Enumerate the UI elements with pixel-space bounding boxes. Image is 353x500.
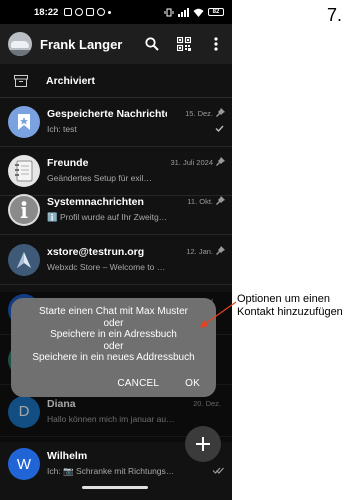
step-number: 7. bbox=[327, 5, 343, 25]
page: 7. 18:22 82 Frank Langer Archiviert Gesp… bbox=[0, 0, 353, 500]
vibrate-icon bbox=[164, 8, 174, 16]
phone-screen: 18:22 82 Frank Langer Archiviert Gespeic… bbox=[0, 0, 232, 500]
chat-preview: ℹ️ Profil wurde auf Ihr Zweitg… bbox=[47, 212, 168, 222]
dialog-separator: oder bbox=[103, 317, 124, 329]
chat-preview: Ich: 📷 Schranke mit Richtungs… bbox=[47, 466, 175, 476]
signal-icon bbox=[178, 7, 189, 17]
more-vert-icon[interactable] bbox=[208, 36, 224, 52]
paper-plane-icon bbox=[8, 243, 40, 276]
status-bar: 18:22 82 bbox=[0, 0, 232, 24]
cancel-button[interactable]: CANCEL bbox=[117, 378, 159, 389]
dialog-option-save-new-addressbook: Speichere in ein neues Addressbuch bbox=[32, 352, 195, 363]
notebook-icon bbox=[8, 155, 40, 187]
profile-avatar[interactable] bbox=[8, 32, 32, 56]
delivered-check-icon bbox=[212, 467, 224, 474]
chat-avatar: W bbox=[8, 448, 40, 480]
pin-icon bbox=[216, 196, 225, 205]
system-icons: 82 bbox=[164, 7, 224, 17]
plus-icon bbox=[196, 437, 210, 451]
pin-icon bbox=[216, 108, 225, 117]
chat-name: Wilhelm bbox=[47, 450, 88, 462]
app-notification-icon bbox=[86, 8, 95, 16]
annotation-text: Optionen um einen Kontakt hinzuzufügen bbox=[237, 293, 343, 318]
notification-icons bbox=[64, 8, 112, 16]
gesture-nav-bar[interactable] bbox=[82, 486, 148, 489]
chat-date: 15. Dez. bbox=[185, 109, 213, 118]
chat-name: Gespeicherte Nachrichten bbox=[47, 108, 167, 120]
app-actions bbox=[144, 36, 224, 52]
ok-button[interactable]: OK bbox=[185, 378, 200, 389]
chat-date: 31. Juli 2024 bbox=[170, 158, 213, 167]
chat-row-saved-messages[interactable]: Gespeicherte Nachrichten 15. Dez. Ich: t… bbox=[0, 98, 232, 147]
wifi-icon bbox=[193, 8, 204, 17]
more-notifications-icon bbox=[108, 10, 112, 14]
read-check-icon bbox=[215, 125, 224, 132]
new-chat-fab[interactable] bbox=[185, 426, 221, 462]
chat-row-xstore[interactable]: xstore@testrun.org 12. Jan. Webxdc Store… bbox=[0, 235, 232, 285]
chat-preview: Webxdc Store – Welcome to … bbox=[47, 261, 166, 272]
archived-chats-row[interactable]: Archiviert bbox=[0, 64, 232, 98]
dialog-option-save-addressbook: Speichere in ein Adressbuch bbox=[50, 329, 177, 340]
app-bar: Frank Langer bbox=[0, 24, 232, 64]
pin-icon bbox=[216, 245, 225, 255]
dialog-separator: oder bbox=[103, 340, 124, 352]
sync-icon bbox=[75, 8, 84, 16]
dialog-option-start-chat: Starte einen Chat mit Max Muster bbox=[39, 306, 188, 317]
search-icon[interactable] bbox=[144, 36, 160, 52]
chat-preview: Geändertes Setup für exil… bbox=[47, 173, 152, 183]
status-time: 18:22 bbox=[34, 6, 59, 18]
bookmark-icon bbox=[8, 106, 40, 138]
chat-name: Systemnachrichten bbox=[47, 196, 144, 208]
chat-date: 12. Jan. bbox=[186, 246, 213, 256]
info-icon bbox=[8, 194, 40, 226]
archive-label: Archiviert bbox=[46, 74, 96, 87]
app-title[interactable]: Frank Langer bbox=[40, 37, 122, 52]
add-contact-dialog: Starte einen Chat mit Max Muster oder Sp… bbox=[11, 298, 216, 397]
message-icon bbox=[97, 8, 106, 16]
battery-icon: 82 bbox=[208, 8, 224, 16]
qr-code-icon[interactable] bbox=[176, 36, 192, 52]
dialog-actions: CANCEL OK bbox=[117, 378, 200, 389]
archive-icon bbox=[14, 74, 28, 87]
chat-row-system-messages[interactable]: Systemnachrichten 11. Okt. ℹ️ Profil wur… bbox=[0, 186, 232, 235]
pin-icon bbox=[216, 157, 225, 166]
notification-icon bbox=[64, 8, 73, 16]
chat-date: 11. Okt. bbox=[187, 197, 213, 206]
chat-preview: Ich: test bbox=[47, 124, 77, 134]
chat-name: Freunde bbox=[47, 157, 89, 169]
chat-name: xstore@testrun.org bbox=[47, 245, 145, 258]
